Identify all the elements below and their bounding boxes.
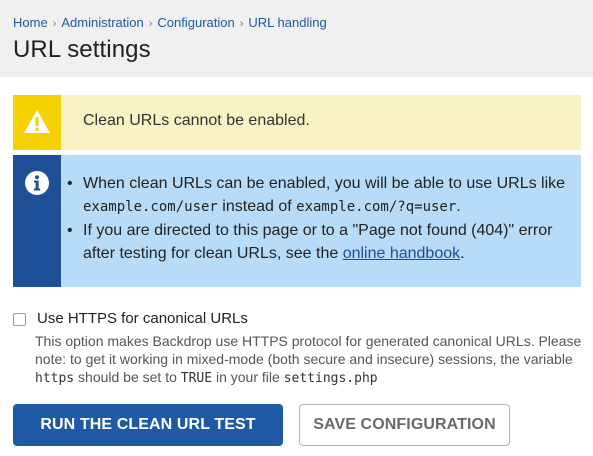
warning-triangle-icon (23, 108, 51, 136)
warning-message: Clean URLs cannot be enabled. (13, 95, 581, 150)
page-header: Home › Administration › Configuration › URL ha… (0, 0, 593, 77)
info-text: . (460, 245, 465, 262)
save-configuration-button[interactable]: SAVE CONFIGURATION (299, 404, 510, 446)
breadcrumb-home[interactable]: Home (13, 15, 48, 30)
breadcrumb: Home › Administration › Configuration › URL ha… (13, 15, 327, 30)
info-list: When clean URLs can be enabled, you will… (65, 172, 571, 265)
info-text: . (456, 198, 461, 215)
info-text: If you are directed to this page or to a… (83, 222, 553, 262)
breadcrumb-url-handling[interactable]: URL handling (248, 15, 326, 30)
breadcrumb-administration[interactable]: Administration (61, 15, 143, 30)
description-text: This option makes Backdrop use HTTPS pro… (35, 333, 582, 367)
warning-icon-column (13, 95, 61, 150)
code-true: TRUE (180, 371, 213, 386)
info-text: instead of (217, 198, 297, 215)
code-example-user: example.com/user (83, 199, 218, 215)
breadcrumb-separator: › (148, 18, 153, 30)
description-text: in your file (212, 369, 284, 385)
info-message: When clean URLs can be enabled, you will… (13, 155, 581, 287)
online-handbook-link[interactable]: online handbook (343, 245, 460, 262)
info-icon-column (13, 155, 61, 287)
https-checkbox[interactable] (13, 313, 26, 326)
info-circle-icon (23, 169, 51, 197)
warning-text: Clean URLs cannot be enabled. (83, 112, 310, 129)
info-item: If you are directed to this page or to a… (65, 219, 571, 265)
code-https: https (35, 371, 75, 386)
page-title: URL settings (13, 36, 151, 63)
code-settings-php: settings.php (283, 371, 378, 386)
code-example-query: example.com/?q=user (296, 199, 457, 215)
https-checkbox-label[interactable]: Use HTTPS for canonical URLs (37, 310, 248, 327)
description-text: should be set to (74, 369, 181, 385)
run-clean-url-test-button[interactable]: RUN THE CLEAN URL TEST (13, 404, 283, 446)
info-text: When clean URLs can be enabled, you will… (83, 175, 566, 192)
breadcrumb-separator: › (52, 18, 57, 30)
breadcrumb-separator: › (239, 18, 244, 30)
breadcrumb-configuration[interactable]: Configuration (157, 15, 234, 30)
info-item: When clean URLs can be enabled, you will… (65, 172, 571, 219)
https-description: This option makes Backdrop use HTTPS pro… (35, 332, 585, 388)
